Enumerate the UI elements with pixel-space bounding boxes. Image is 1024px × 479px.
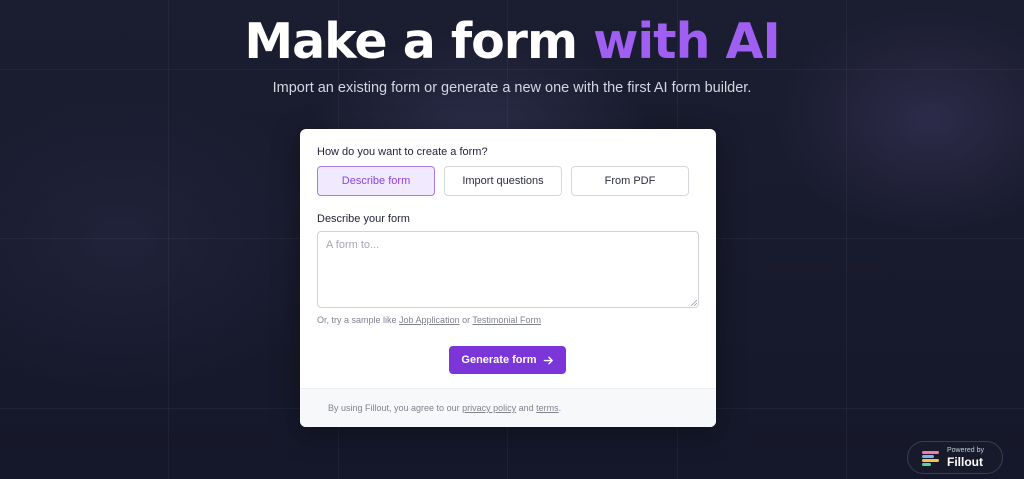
arrow-right-icon [543,356,553,364]
create-form-card: How do you want to create a form? Descri… [300,129,716,427]
generate-form-button[interactable]: Generate form [449,346,566,374]
powered-by-label: Powered by [947,447,984,454]
generate-form-label: Generate form [461,354,537,366]
hero-title: Make a form with AI [0,10,1024,74]
fillout-logo-icon [922,451,939,466]
option-import-questions[interactable]: Import questions [444,166,562,196]
sample-or: or [459,315,473,325]
privacy-policy-link[interactable]: privacy policy [462,403,516,413]
hero-subtitle: Import an existing form or generate a ne… [272,80,752,96]
powered-by-fillout-badge[interactable]: Powered by Fillout [907,441,1003,474]
creation-method-question: How do you want to create a form? [317,146,488,158]
terms-notice: By using Fillout, you agree to our priva… [328,403,561,413]
option-label: From PDF [604,175,656,187]
describe-form-label: Describe your form [317,213,410,225]
option-label: Import questions [462,175,544,187]
option-describe-form[interactable]: Describe form [317,166,435,196]
option-label: Describe form [341,175,411,187]
footer-and: and [516,403,537,413]
describe-form-textarea[interactable] [317,231,699,308]
sample-suggestion: Or, try a sample like Job Application or… [317,315,541,325]
option-from-pdf[interactable]: From PDF [571,166,689,196]
hero-title-accent: with AI [593,13,781,70]
resize-grip-icon[interactable] [690,299,697,306]
sample-prefix: Or, try a sample like [317,315,400,325]
card-footer: By using Fillout, you agree to our priva… [300,388,716,427]
brand-name: Fillout [947,455,983,469]
sample-job-application-link[interactable]: Job Application [399,315,460,325]
terms-link[interactable]: terms [536,403,559,413]
footer-suffix: . [558,403,562,413]
hero-title-plain: Make a form [244,13,594,70]
sample-testimonial-form-link[interactable]: Testimonial Form [472,315,541,325]
footer-prefix: By using Fillout, you agree to our [328,403,463,413]
